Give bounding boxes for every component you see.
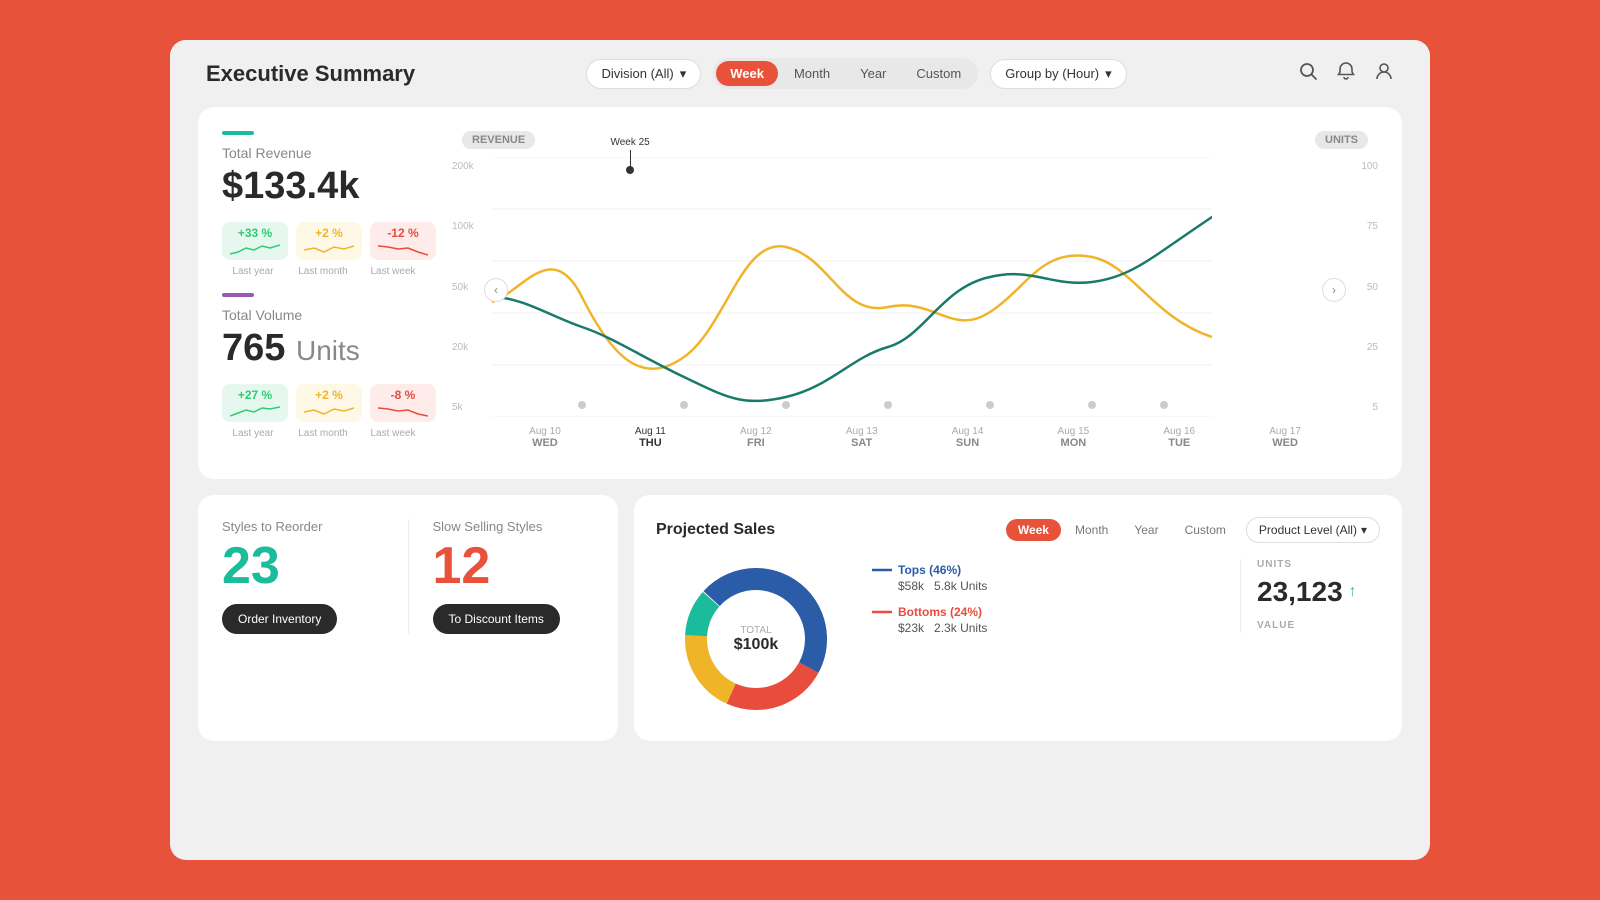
x-label-wed1: Aug 10 WED <box>529 426 561 449</box>
year-filter-btn[interactable]: Year <box>846 61 900 86</box>
x-label-sat: Aug 13 SAT <box>846 426 878 449</box>
division-dropdown[interactable]: Division (All) ▾ <box>586 59 701 89</box>
proj-month-btn[interactable]: Month <box>1063 519 1120 541</box>
user-icon[interactable] <box>1374 61 1394 86</box>
revenue-badges: +33 % +2 % -12 % <box>222 222 432 260</box>
legend-tops: Tops (46%) $58k 5.8k Units <box>872 563 1224 593</box>
proj-year-btn[interactable]: Year <box>1122 519 1170 541</box>
slow-selling-label: Slow Selling Styles <box>433 519 595 534</box>
chevron-down-icon: ▾ <box>1105 66 1112 82</box>
reorder-inner: Styles to Reorder 23 Order Inventory Slo… <box>222 519 594 634</box>
chart-wrapper: 200k 100k 50k 20k 5k 100 75 50 25 5 <box>452 157 1378 449</box>
y-axis-right: 100 75 50 25 5 <box>1342 157 1378 417</box>
projected-filters: Week Month Year Custom Product Level (Al… <box>1006 517 1380 543</box>
legend-units: UNITS <box>1315 131 1368 149</box>
discount-items-btn[interactable]: To Discount Items <box>433 604 560 634</box>
revenue-value: $133.4k <box>222 165 432 208</box>
units-label: UNITS <box>1257 559 1380 570</box>
units-section: UNITS 23,123 ↑ VALUE <box>1240 559 1380 633</box>
month-filter-btn[interactable]: Month <box>780 61 844 86</box>
week-tooltip: Week 25 <box>610 137 649 174</box>
revenue-badge-year: +33 % <box>222 222 288 260</box>
chart-inner: Week 25 <box>492 157 1338 422</box>
projected-header: Projected Sales Week Month Year Custom P… <box>656 517 1380 543</box>
product-level-dropdown[interactable]: Product Level (All) ▾ <box>1246 517 1380 543</box>
chart-prev-btn[interactable]: ‹ <box>484 278 508 302</box>
projected-title: Projected Sales <box>656 521 775 539</box>
revenue-badge-labels: Last year Last month Last week <box>222 266 432 277</box>
custom-filter-btn[interactable]: Custom <box>902 61 975 86</box>
vol-label-last-year: Last year <box>222 428 284 439</box>
chevron-down-icon: ▾ <box>680 66 687 82</box>
revenue-badge-month: +2 % <box>296 222 362 260</box>
search-icon[interactable] <box>1298 61 1318 86</box>
x-label-tue: Aug 16 TUE <box>1163 426 1195 449</box>
week-filter-btn[interactable]: Week <box>716 61 778 86</box>
order-inventory-btn[interactable]: Order Inventory <box>222 604 337 634</box>
chart-legend: REVENUE UNITS <box>452 131 1378 149</box>
label-last-year: Last year <box>222 266 284 277</box>
tops-line-icon <box>872 568 892 572</box>
revenue-title: Total Revenue <box>222 145 432 161</box>
donut-chart: TOTAL $100k <box>656 559 856 719</box>
chart-svg <box>492 157 1212 417</box>
units-value: 23,123 ↑ <box>1257 576 1380 608</box>
label-last-week: Last week <box>362 266 424 277</box>
x-label-thu: Aug 11 THU <box>635 426 666 449</box>
slow-selling-section: Slow Selling Styles 12 To Discount Items <box>433 519 595 634</box>
volume-badge-labels: Last year Last month Last week <box>222 428 432 439</box>
up-arrow-icon: ↑ <box>1349 583 1357 601</box>
vol-label-last-week: Last week <box>362 428 424 439</box>
bottoms-line-icon <box>872 610 892 614</box>
x-label-wed2: Aug 17 WED <box>1269 426 1301 449</box>
x-label-sun: Aug 14 SUN <box>952 426 984 449</box>
legend-bottoms: Bottoms (24%) $23k 2.3k Units <box>872 605 1224 635</box>
donut-legend: Tops (46%) $58k 5.8k Units Bott <box>872 559 1224 647</box>
label-last-month: Last month <box>292 266 354 277</box>
volume-badges: +27 % +2 % -8 % <box>222 384 432 422</box>
chevron-down-icon: ▾ <box>1361 523 1367 537</box>
legend-revenue: REVENUE <box>462 131 535 149</box>
revenue-accent-bar <box>222 131 254 135</box>
volume-value: 765 Units <box>222 327 432 370</box>
header-controls: Division (All) ▾ Week Month Year Custom … <box>586 58 1126 89</box>
header: Executive Summary Division (All) ▾ Week … <box>170 40 1430 107</box>
styles-reorder-label: Styles to Reorder <box>222 519 384 534</box>
volume-title: Total Volume <box>222 307 432 323</box>
bell-icon[interactable] <box>1336 61 1356 86</box>
volume-badge-month: +2 % <box>296 384 362 422</box>
x-label-fri: Aug 12 FRI <box>740 426 772 449</box>
revenue-card: Total Revenue $133.4k +33 % +2 % -12 % <box>198 107 1402 479</box>
group-by-dropdown[interactable]: Group by (Hour) ▾ <box>990 59 1126 89</box>
donut-center: TOTAL $100k <box>734 625 779 654</box>
styles-reorder-section: Styles to Reorder 23 Order Inventory <box>222 519 384 634</box>
proj-custom-btn[interactable]: Custom <box>1173 519 1238 541</box>
divider <box>408 519 409 634</box>
proj-time-filter-group: Week Month Year Custom <box>1006 519 1238 541</box>
volume-badge-year: +27 % <box>222 384 288 422</box>
x-label-mon: Aug 15 MON <box>1058 426 1090 449</box>
main-content: Total Revenue $133.4k +33 % +2 % -12 % <box>170 107 1430 761</box>
x-axis: Aug 10 WED Aug 11 THU Aug 12 FRI Aug 1 <box>492 426 1338 449</box>
y-axis-left: 200k 100k 50k 20k 5k <box>452 157 488 417</box>
bottom-row: Styles to Reorder 23 Order Inventory Slo… <box>198 495 1402 741</box>
revenue-badge-week: -12 % <box>370 222 436 260</box>
revenue-chart: REVENUE UNITS 200k 100k 50k 20k 5k 100 <box>452 131 1378 455</box>
slow-selling-number: 12 <box>433 540 595 592</box>
proj-week-btn[interactable]: Week <box>1006 519 1061 541</box>
reorder-card: Styles to Reorder 23 Order Inventory Slo… <box>198 495 618 741</box>
time-filter-group: Week Month Year Custom <box>713 58 978 89</box>
vol-label-last-month: Last month <box>292 428 354 439</box>
chart-next-btn[interactable]: › <box>1322 278 1346 302</box>
revenue-left: Total Revenue $133.4k +33 % +2 % -12 % <box>222 131 452 455</box>
styles-reorder-number: 23 <box>222 540 384 592</box>
volume-badge-week: -8 % <box>370 384 436 422</box>
header-icons <box>1298 61 1394 86</box>
page-title: Executive Summary <box>206 61 415 87</box>
volume-accent-bar <box>222 293 254 297</box>
projected-card: Projected Sales Week Month Year Custom P… <box>634 495 1402 741</box>
value-label: VALUE <box>1257 620 1380 631</box>
projected-content: TOTAL $100k Tops (46%) $58k <box>656 559 1380 719</box>
